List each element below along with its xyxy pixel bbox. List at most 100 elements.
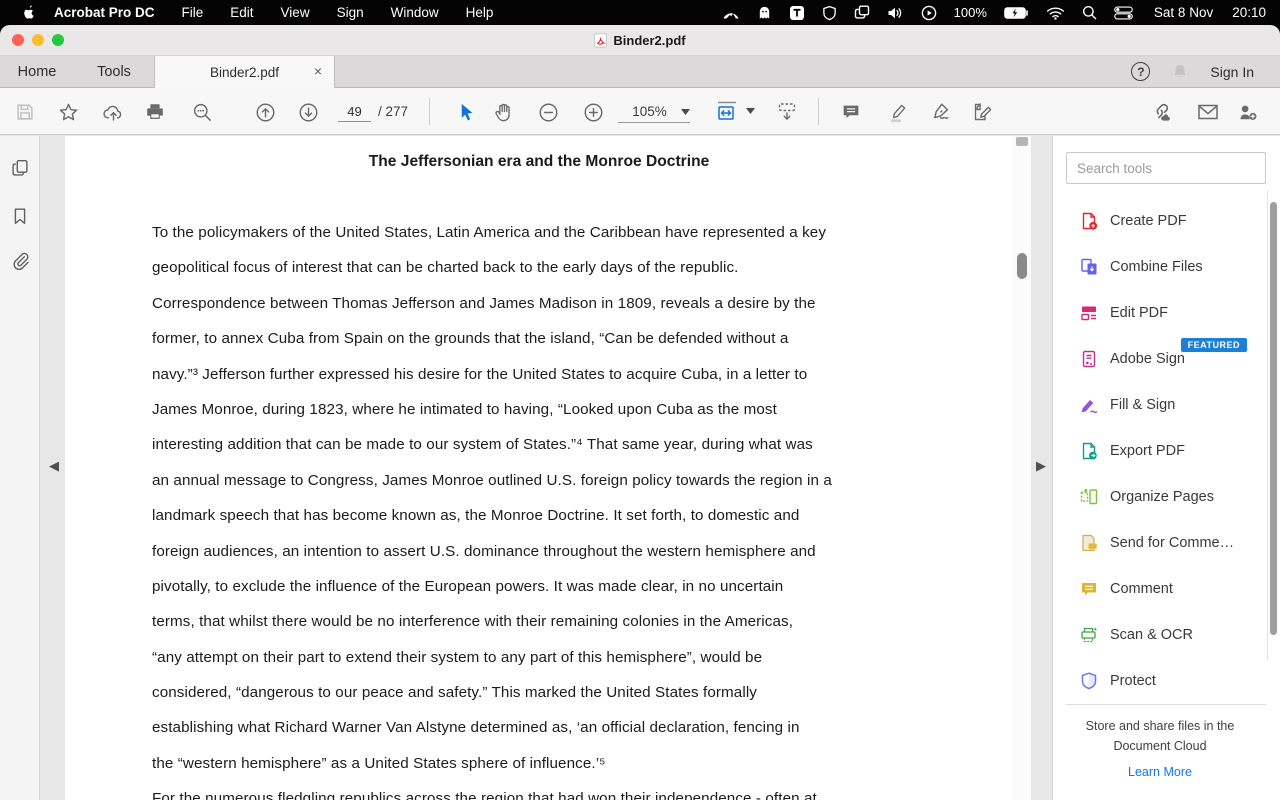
previous-page-arrow[interactable]: ◀ (49, 458, 59, 474)
document-line: “any attempt on their part to extend the… (152, 649, 952, 684)
hand-tool-icon[interactable] (491, 100, 515, 124)
menu-file[interactable]: File (182, 5, 204, 20)
tool-send-for-comments[interactable]: Send for Comme… (1053, 520, 1267, 566)
tool-scan-ocr[interactable]: Scan & OCR (1053, 612, 1267, 658)
attachments-paperclip-icon[interactable] (9, 250, 31, 272)
tool-label: Send for Comme… (1110, 535, 1234, 551)
window-titlebar: Binder2.pdf (0, 25, 1280, 56)
learn-more-link[interactable]: Learn More (1053, 765, 1267, 779)
tool-label: Edit PDF (1110, 305, 1168, 321)
wifi-icon[interactable] (1046, 6, 1065, 20)
scrollbar-thumb[interactable] (1017, 253, 1027, 279)
panel-scrollbar-thumb[interactable] (1270, 202, 1277, 635)
content-area: The Jeffersonian era and the Monroe Doct… (0, 136, 1280, 800)
control-center-icon[interactable] (1114, 6, 1133, 20)
menu-view[interactable]: View (281, 5, 310, 20)
send-for-comments-icon (1079, 533, 1099, 553)
minimize-window-button[interactable] (32, 34, 44, 46)
print-icon[interactable] (143, 100, 167, 124)
comment-tool-icon[interactable] (839, 100, 863, 124)
notifications-bell-icon[interactable] (1170, 61, 1190, 82)
document-line: foreign audiences, an intention to asser… (152, 543, 952, 578)
save-icon[interactable] (13, 100, 37, 124)
menu-help[interactable]: Help (466, 5, 494, 20)
document-line: landmark speech that has become known as… (152, 507, 952, 542)
spotlight-search-icon[interactable] (1082, 5, 1097, 20)
edit-pdf-icon (1079, 303, 1099, 323)
zoom-window-button[interactable] (52, 34, 64, 46)
search-document-icon[interactable] (190, 100, 214, 124)
next-page-icon[interactable] (296, 100, 320, 124)
tabbar-right: ? Sign In (1131, 56, 1254, 87)
tab-document[interactable]: Binder2.pdf × (154, 56, 335, 88)
main-toolbar: / 277 105% (0, 88, 1280, 135)
tool-adobe-sign[interactable]: FEATURED Adobe Sign (1053, 336, 1267, 382)
highlighter-tool-icon[interactable] (885, 100, 909, 124)
fit-width-dropdown[interactable] (714, 98, 755, 123)
cloud-upload-icon[interactable] (101, 100, 125, 124)
edit-pdf-tool-icon[interactable] (970, 100, 994, 124)
share-link-icon[interactable] (1148, 100, 1172, 124)
zoom-level-dropdown[interactable]: 105% (618, 101, 690, 123)
vpn-icon[interactable] (722, 6, 740, 20)
tool-combine-files[interactable]: Combine Files (1053, 244, 1267, 290)
document-line: James Monroe, during 1823, where he inti… (152, 401, 952, 436)
zoom-out-icon[interactable] (536, 100, 560, 124)
document-scrollbar[interactable] (1013, 136, 1031, 800)
apple-icon[interactable] (21, 4, 36, 21)
tab-tools[interactable]: Tools (74, 56, 154, 87)
page-display-icon[interactable] (775, 100, 799, 124)
tool-create-pdf[interactable]: Create PDF (1053, 198, 1267, 244)
email-icon[interactable] (1196, 100, 1220, 124)
tool-edit-pdf[interactable]: Edit PDF (1053, 290, 1267, 336)
t-app-icon[interactable] (789, 5, 805, 21)
chevron-down-icon (681, 109, 690, 115)
tool-label: Protect (1110, 673, 1156, 689)
play-status-icon[interactable] (921, 5, 937, 21)
promo-line-2: Document Cloud (1053, 736, 1267, 756)
search-tools-input[interactable] (1066, 152, 1266, 184)
tool-organize-pages[interactable]: Organize Pages (1053, 474, 1267, 520)
tab-home[interactable]: Home (0, 56, 74, 87)
toolbar-separator (429, 98, 430, 125)
previous-page-icon[interactable] (253, 100, 277, 124)
tool-fill-sign[interactable]: Fill & Sign (1053, 382, 1267, 428)
app-name[interactable]: Acrobat Pro DC (54, 5, 155, 20)
ghost-app-icon[interactable] (757, 5, 772, 21)
adobe-sign-icon (1079, 349, 1099, 369)
battery-icon[interactable] (1004, 7, 1029, 19)
page-thumbnails-icon[interactable] (9, 157, 31, 179)
page-count-label: / 277 (378, 104, 408, 119)
sign-in-button[interactable]: Sign In (1210, 64, 1254, 80)
macos-menubar: Acrobat Pro DC File Edit View Sign Windo… (0, 0, 1280, 25)
tool-export-pdf[interactable]: Export PDF (1053, 428, 1267, 474)
help-icon[interactable]: ? (1131, 62, 1150, 81)
shield-status-icon[interactable] (822, 5, 837, 21)
bookmarks-icon[interactable] (9, 205, 31, 227)
menu-window[interactable]: Window (391, 5, 439, 20)
document-line: establishing what Richard Warner Van Als… (152, 719, 952, 754)
windows-copy-icon[interactable] (854, 5, 870, 20)
tab-close-icon[interactable]: × (314, 63, 322, 79)
tool-comment[interactable]: Comment (1053, 566, 1267, 612)
menubar-time[interactable]: 20:10 (1232, 5, 1266, 20)
pdf-file-icon (594, 33, 607, 48)
document-line: For the numerous fledgling republics acr… (152, 790, 952, 800)
add-user-icon[interactable] (1236, 100, 1260, 124)
close-window-button[interactable] (12, 34, 24, 46)
menu-edit[interactable]: Edit (230, 5, 253, 20)
star-favorites-icon[interactable] (56, 100, 80, 124)
select-tool-icon[interactable] (453, 100, 477, 124)
menu-sign[interactable]: Sign (337, 5, 364, 20)
next-page-arrow[interactable]: ▶ (1036, 458, 1046, 474)
export-pdf-icon (1079, 441, 1099, 461)
menubar-date[interactable]: Sat 8 Nov (1154, 5, 1213, 20)
zoom-in-icon[interactable] (581, 100, 605, 124)
tool-protect[interactable]: Protect (1053, 658, 1267, 704)
featured-badge: FEATURED (1181, 338, 1247, 352)
sign-tool-icon[interactable] (928, 100, 952, 124)
page-number-input[interactable] (338, 101, 371, 122)
pdf-page[interactable]: The Jeffersonian era and the Monroe Doct… (65, 136, 1013, 800)
combine-files-icon (1079, 257, 1099, 277)
volume-icon[interactable] (887, 6, 904, 20)
